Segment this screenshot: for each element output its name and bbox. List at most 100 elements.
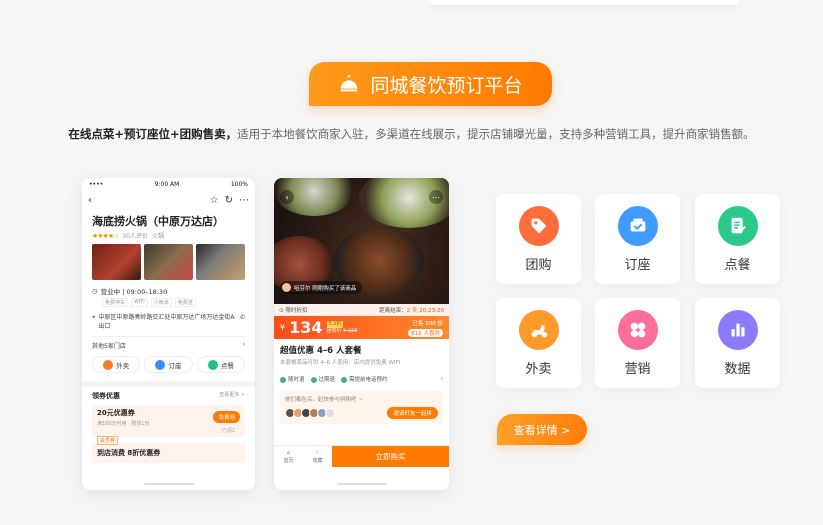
reserve-button[interactable]: 订座: [144, 356, 193, 373]
facility-tag: WIFI: [131, 298, 148, 307]
rating-stars: ★★★★☆: [92, 231, 119, 240]
menu-icon: [717, 205, 758, 246]
service-label: 订座: [168, 361, 182, 370]
deal-price: 134: [289, 318, 323, 337]
feature-tile-group-buy[interactable]: 团购: [496, 194, 581, 284]
countdown-label: 距离结束：: [379, 308, 407, 314]
back-icon[interactable]: ‹: [88, 195, 92, 206]
clover-icon: [617, 309, 658, 350]
tagline: 在线点菜+预订座位+团购售卖，适用于本地餐饮商家入驻，多渠道在线展示，提示店铺曝…: [0, 126, 823, 142]
view-details-button[interactable]: 查看详情 >: [497, 414, 587, 445]
feature-label: 需提前电话预约: [349, 377, 388, 383]
cloche-icon: [341, 74, 358, 92]
feature-label: 外卖: [525, 361, 552, 377]
bottom-bar: ⌂ 首页 ☆ 收藏 立即购买: [274, 445, 449, 467]
coupon-header-title: 领券优惠: [92, 392, 120, 400]
home-tab[interactable]: ⌂ 首页: [274, 446, 303, 467]
favorite-tab[interactable]: ☆ 收藏: [303, 446, 332, 467]
chevron-right-icon: ›: [242, 341, 245, 348]
coupon-tag: 会员券: [97, 436, 119, 445]
store-photo[interactable]: [92, 244, 141, 280]
price-bar: ¥ 134 5.2折 团购价 ¥ 168 已售 500 份 816 人喜欢: [274, 316, 449, 339]
feature-tile-data[interactable]: 数据: [695, 298, 780, 388]
delivery-icon: [518, 309, 559, 350]
facility-tag: 免费停车: [102, 298, 129, 307]
limit-label: ⊙ 限时折扣: [279, 308, 308, 314]
tagline-text: 适用于本地餐饮商家入驻，多渠道在线展示，提示店铺曝光量，支持多种营销工具，提升商…: [237, 127, 755, 141]
phone-icon[interactable]: ✆: [240, 313, 245, 331]
takeout-icon: [103, 359, 114, 370]
star-icon[interactable]: ☆: [210, 195, 219, 206]
coupon-more-link[interactable]: 查看更多 >: [219, 391, 245, 401]
group-buy-invite: 他们都在买，赶快参与拼购吧 ~ 邀请好友一起拼: [280, 391, 443, 424]
takeout-button[interactable]: 外卖: [92, 356, 141, 373]
facility-tag: 小雨沫: [150, 298, 172, 307]
order-icon: [207, 359, 218, 370]
store-photos[interactable]: [88, 242, 249, 282]
deal-description: 本套餐菜品可供 4–6 人使用，店内提供免费 WIFI: [280, 360, 401, 366]
coupon-header: 领券优惠 查看更多 >: [82, 387, 255, 401]
hours: 营业中 | 09:00–18:30: [100, 288, 168, 296]
feature-tile-reserve[interactable]: 订座: [595, 194, 680, 284]
store-card: 海底捞火锅（中原万达店） ★★★★☆ 30人评价 火锅 ◷ 营业中 | 09:00…: [88, 210, 249, 373]
facility-tags: 免费停车 WIFI 小雨沫 免费送: [88, 296, 249, 307]
service-buttons: 外卖 订座 点餐: [88, 350, 249, 373]
bar-chart-icon: [717, 309, 758, 350]
invite-friends-button[interactable]: 邀请好友一起拼: [387, 407, 438, 419]
food-photo: ‹ ⋯ 咀芬尔 刚刚购买了该商品: [274, 178, 449, 304]
tab-label: 收藏: [312, 457, 323, 464]
rating-row: ★★★★☆ 30人评价 火锅: [88, 229, 249, 242]
feature-label: 随时退: [288, 377, 305, 383]
chevron-right-icon[interactable]: ›: [441, 376, 443, 382]
feature-tile-order[interactable]: 点餐: [695, 194, 780, 284]
category: 火锅: [152, 233, 165, 240]
purchase-ticker: 咀芬尔 刚刚购买了该商品: [280, 281, 363, 294]
service-label: 外卖: [116, 361, 130, 370]
clock-icon: ◷: [92, 287, 98, 295]
tagline-bold: 在线点菜+预订座位+团购售卖，: [68, 127, 238, 141]
location-icon: ⌖: [92, 314, 96, 321]
store-photo[interactable]: [196, 244, 245, 280]
status-time: 9:00 AM: [154, 180, 180, 188]
check-icon: [341, 376, 348, 383]
store-photo[interactable]: [144, 244, 193, 280]
feature-item: 过期退: [310, 375, 335, 383]
banner-title: 同城餐饮预订平台: [370, 74, 523, 97]
favorite-icon: ☆: [315, 449, 320, 456]
other-stores-row[interactable]: 其他5家门店 ›: [88, 337, 249, 350]
top-strip: [430, 0, 740, 5]
home-indicator: [336, 483, 387, 485]
feature-tile-takeout[interactable]: 外卖: [496, 298, 581, 388]
feature-label: 数据: [724, 361, 751, 377]
orig-label: 团购价: [326, 327, 342, 334]
buy-now-button[interactable]: 立即购买: [332, 446, 449, 467]
section-title-banner: 同城餐饮预订平台: [309, 62, 552, 106]
reserve-icon: [155, 359, 166, 370]
avatar: [282, 283, 291, 292]
coupon-card: 20元优惠券 满100元可用 · 限领1份 会员券 免费领 已领2: [92, 405, 245, 445]
back-icon[interactable]: ‹: [280, 190, 294, 204]
address-row[interactable]: ⌖ 中原区中原路奏岭路交汇处中原万达广场万达金街A出口 ✆: [88, 307, 249, 331]
store-name: 海底捞火锅（中原万达店）: [92, 215, 224, 228]
sold-count: 已售 500 份: [412, 320, 444, 327]
deal-features: 随时退 过期退 需提前电话预约 ›: [274, 366, 449, 383]
more-icon[interactable]: ⋯: [429, 190, 443, 204]
check-icon: [310, 376, 317, 383]
sales-meta: 已售 500 份 816 人喜欢: [408, 319, 443, 337]
discount-tag: 5.2折: [326, 320, 344, 328]
avatar: [325, 408, 335, 418]
order-button[interactable]: 点餐: [196, 356, 245, 373]
likes-count: 816 人喜欢: [408, 328, 443, 337]
more-icon[interactable]: ⋯: [239, 195, 249, 206]
home-indicator: [143, 483, 194, 485]
home-icon: ⌂: [286, 449, 291, 456]
get-coupon-button[interactable]: 免费领: [213, 411, 240, 423]
nav-header: ‹ ☆ ↻ ⋯: [82, 190, 255, 210]
countdown-row: 距离结束：2 天 20:23:20: [379, 306, 444, 314]
limit-text: 限时折扣: [285, 308, 308, 314]
hours-row: ◷ 营业中 | 09:00–18:30: [88, 282, 249, 296]
service-label: 点餐: [220, 361, 234, 370]
feature-tile-marketing[interactable]: 营销: [595, 298, 680, 388]
countdown: 2 天 20:23:20: [406, 308, 444, 314]
share-icon[interactable]: ↻: [225, 195, 233, 206]
